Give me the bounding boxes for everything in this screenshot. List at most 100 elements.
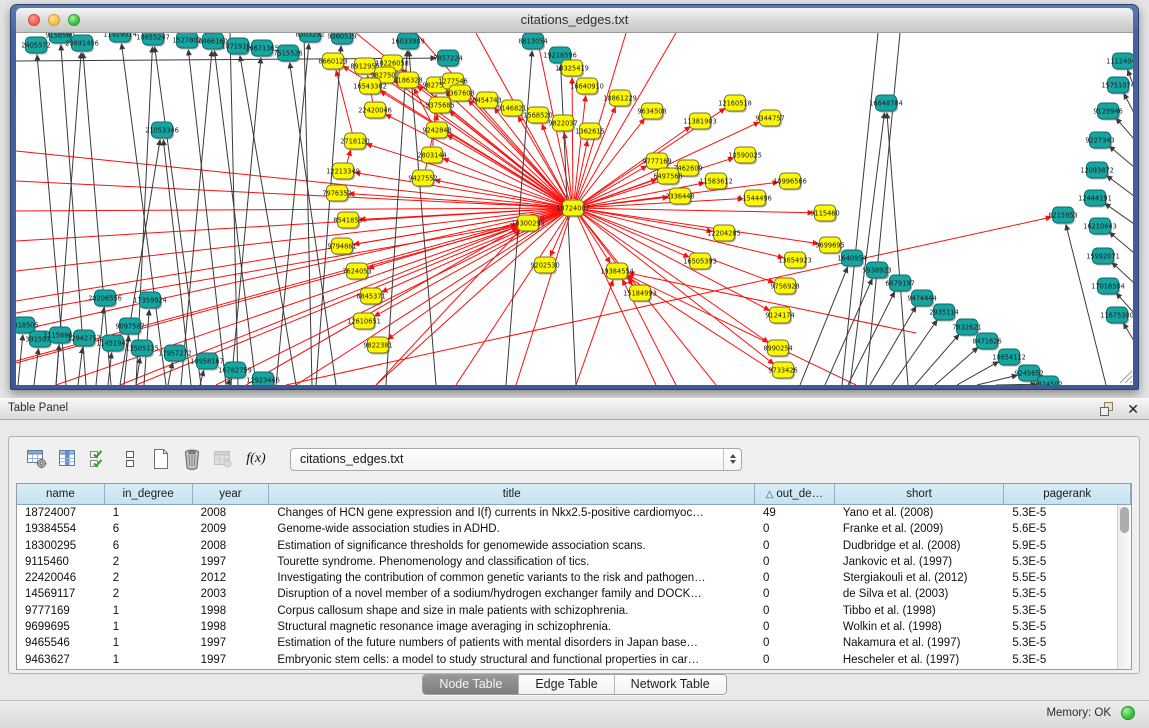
table-row[interactable]: 1872400712008Changes of HCN gene express…: [17, 505, 1131, 521]
graph-node[interactable]: 9822037: [548, 115, 577, 133]
graph-node[interactable]: 10655247: [136, 33, 170, 47]
graph-node[interactable]: 13654923: [778, 252, 812, 270]
tab-node-table[interactable]: Node Table: [423, 675, 519, 694]
graph-node[interactable]: 8990254: [763, 340, 792, 358]
float-panel-icon[interactable]: [1099, 401, 1115, 417]
graph-node[interactable]: 1362615: [575, 123, 604, 141]
delete-table-button[interactable]: [212, 448, 234, 470]
graph-node[interactable]: 11929014: [103, 33, 137, 44]
graph-node[interactable]: 11583612: [699, 173, 733, 191]
function-builder-button[interactable]: f(x): [243, 448, 269, 470]
column-header-year[interactable]: year: [193, 484, 270, 505]
table-row[interactable]: 1456911722003Disruption of a novel membe…: [17, 586, 1131, 602]
graph-node[interactable]: 2935114: [929, 304, 958, 322]
graph-node[interactable]: 8660123: [318, 53, 347, 71]
table-selector-dropdown[interactable]: citations_edges.txt: [290, 448, 742, 471]
graph-node[interactable]: 9129946: [1093, 103, 1122, 121]
graph-node[interactable]: 6879197: [885, 275, 914, 293]
graph-node[interactable]: 10654112: [992, 349, 1026, 367]
graph-node[interactable]: 9124174: [765, 307, 794, 325]
graph-node[interactable]: 9756928: [770, 278, 799, 296]
graph-node[interactable]: 8845371: [356, 288, 385, 306]
graph-node[interactable]: 7515526: [273, 45, 302, 63]
graph-node[interactable]: 17016504: [1091, 278, 1125, 296]
graph-node[interactable]: 10996566: [773, 173, 807, 191]
graph-node[interactable]: 15992071: [1086, 248, 1120, 266]
graph-node[interactable]: 7624053: [342, 263, 371, 281]
graph-node[interactable]: 8541853: [333, 212, 362, 230]
graph-node[interactable]: 9344757: [755, 110, 784, 128]
table-row[interactable]: 2242004622012Investigating the contribut…: [17, 570, 1131, 586]
graph-node[interactable]: 9242848: [422, 122, 451, 140]
graph-node[interactable]: 1527802: [172, 33, 201, 50]
graph-node[interactable]: 9227343: [1085, 132, 1114, 150]
graph-node[interactable]: 9427552: [408, 170, 437, 188]
graph-node[interactable]: 10590025: [728, 147, 762, 165]
graph-node[interactable]: 13505135: [125, 340, 159, 358]
graph-node[interactable]: 15184993: [623, 285, 657, 303]
graph-node[interactable]: 2803144: [417, 147, 446, 165]
graph-node[interactable]: 9202530: [530, 257, 559, 275]
column-header-short[interactable]: short: [835, 484, 1005, 505]
graph-node[interactable]: 7832621: [952, 319, 981, 337]
column-header-in_degree[interactable]: in_degree: [105, 484, 193, 505]
graph-node[interactable]: 9699695: [815, 237, 844, 255]
close-panel-icon[interactable]: ✕: [1127, 401, 1139, 417]
create-column-button[interactable]: [150, 448, 172, 470]
graph-node[interactable]: 9794861: [327, 238, 356, 256]
graph-node[interactable]: 9474444: [907, 290, 936, 308]
graph-node[interactable]: 9146821: [497, 100, 526, 118]
table-row[interactable]: 969969511998Structural magnetic resonanc…: [17, 619, 1131, 635]
select-all-button[interactable]: [88, 448, 110, 470]
graph-node[interactable]: 21053346: [145, 122, 179, 140]
table-mode-button[interactable]: [26, 448, 48, 470]
network-window-titlebar[interactable]: citations_edges.txt: [16, 8, 1133, 33]
graph-node[interactable]: 16210643: [1083, 218, 1117, 236]
table-row[interactable]: 946554611997Estimation of the future num…: [17, 635, 1131, 651]
graph-node[interactable]: 16640910: [570, 78, 604, 96]
graph-node[interactable]: 9733426: [768, 362, 797, 380]
table-row[interactable]: 1938455462009Genome-wide association stu…: [17, 521, 1131, 537]
graph-node[interactable]: 9375685: [425, 97, 454, 115]
table-row[interactable]: 946362711997Embryonic stem cells: a mode…: [17, 652, 1131, 668]
deselect-all-button[interactable]: [119, 448, 141, 470]
table-row[interactable]: 911546021997Tourette syndrome. Phenomeno…: [17, 554, 1131, 570]
tab-network-table[interactable]: Network Table: [615, 675, 726, 694]
column-header-pagerank[interactable]: pagerank: [1004, 484, 1131, 505]
graph-node[interactable]: 2405572: [21, 37, 50, 55]
tab-edge-table[interactable]: Edge Table: [519, 675, 614, 694]
memory-status-indicator[interactable]: [1121, 706, 1135, 720]
graph-node[interactable]: 11675300: [1100, 307, 1133, 325]
graph-node[interactable]: 22420046: [358, 102, 392, 120]
column-visibility-button[interactable]: [57, 448, 79, 470]
graph-node[interactable]: 16648784: [869, 95, 903, 113]
graph-node[interactable]: 11124047: [1106, 53, 1133, 71]
graph-node[interactable]: 17359924: [133, 292, 167, 310]
column-header-title[interactable]: title: [269, 484, 755, 505]
graph-node[interactable]: 9822381: [363, 337, 392, 355]
graph-node[interactable]: 7976352: [322, 185, 351, 203]
graph-node[interactable]: 8303292: [295, 33, 324, 44]
table-scrollbar[interactable]: [1117, 505, 1131, 669]
column-header-name[interactable]: name: [17, 484, 105, 505]
delete-column-button[interactable]: [181, 448, 203, 470]
graph-node[interactable]: 15751074: [1101, 77, 1133, 95]
graph-node[interactable]: 11544496: [738, 190, 772, 208]
graph-node[interactable]: 8813054: [518, 33, 547, 51]
graph-node[interactable]: 6497568: [653, 168, 682, 186]
column-header-out_de[interactable]: △out_de…: [755, 484, 835, 505]
graph-node[interactable]: 9634508: [637, 103, 666, 121]
graph-node[interactable]: 9360519: [327, 33, 356, 46]
table-row[interactable]: 1830029562008Estimation of significance …: [17, 538, 1131, 554]
graph-node[interactable]: 5938923: [862, 262, 891, 280]
graph-node[interactable]: 20206556: [88, 290, 122, 308]
graph-node[interactable]: 1640954: [837, 250, 866, 268]
graph-node[interactable]: 2718120: [340, 133, 369, 151]
graph-node[interactable]: 7857224: [433, 50, 462, 68]
graph-node[interactable]: 9115460: [810, 205, 839, 223]
graph-node[interactable]: 16033809: [391, 33, 425, 51]
network-canvas[interactable]: 2405572915856020691406119290141065524715…: [16, 33, 1133, 385]
table-scrollbar-thumb[interactable]: [1120, 507, 1129, 533]
table-row[interactable]: 977716911998Corpus callosum shape and si…: [17, 603, 1131, 619]
graph-node[interactable]: 8215953: [1048, 207, 1077, 225]
